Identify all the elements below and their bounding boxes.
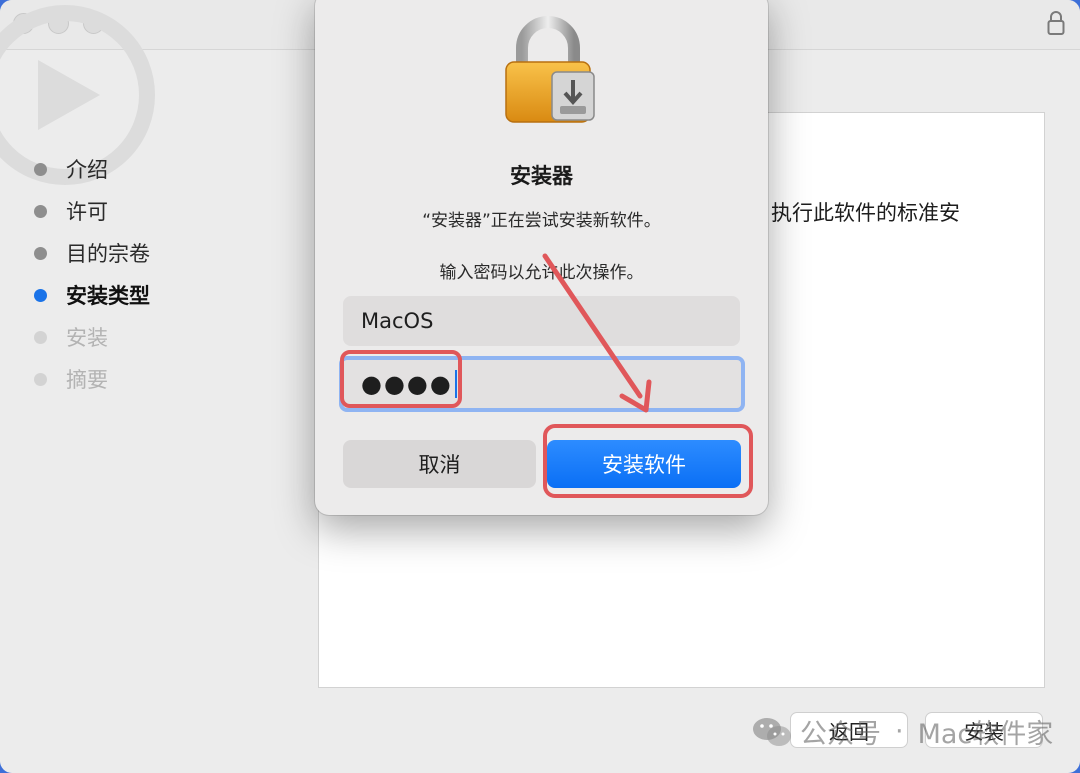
step-label: 安装	[66, 326, 108, 350]
step-dot-icon	[34, 288, 47, 302]
sidebar-step-destination: 目的宗卷	[34, 232, 150, 274]
install-button[interactable]: 安装	[925, 712, 1043, 748]
back-button[interactable]: 返回	[790, 712, 908, 748]
sidebar-step-license: 许可	[34, 190, 150, 232]
content-text: 执行此软件的标准安	[771, 201, 960, 225]
step-label: 安装类型	[66, 284, 150, 308]
username-field[interactable]: MacOS	[343, 296, 740, 346]
sidebar-steps: 介绍 许可 目的宗卷 安装类型 安装 摘要	[34, 148, 150, 400]
step-label: 摘要	[66, 368, 108, 392]
wechat-icon	[753, 717, 791, 746]
step-dot-icon	[34, 204, 47, 218]
sidebar-step-install-type: 安装类型	[34, 274, 150, 316]
step-label: 许可	[66, 200, 108, 224]
step-dot-icon	[34, 162, 47, 176]
lock-icon	[1047, 11, 1065, 35]
dialog-title: 安装器	[510, 164, 573, 188]
dialog-message: “安装器”正在尝试安装新软件。	[422, 211, 661, 231]
confirm-highlight-box	[543, 424, 753, 498]
step-label: 介绍	[66, 158, 108, 182]
cancel-button[interactable]: 取消	[343, 440, 536, 488]
step-dot-icon	[34, 372, 47, 386]
password-highlight-box	[340, 350, 462, 408]
step-label: 目的宗卷	[66, 242, 150, 266]
sidebar-step-install: 安装	[34, 316, 150, 358]
sidebar-step-summary: 摘要	[34, 358, 150, 400]
lock-installer-icon	[505, 16, 595, 123]
dialog-prompt: 输入密码以允许此次操作。	[439, 263, 644, 283]
sidebar-step-intro: 介绍	[34, 148, 150, 190]
step-dot-icon	[34, 330, 47, 344]
username-value: MacOS	[361, 309, 434, 333]
step-dot-icon	[34, 246, 47, 260]
